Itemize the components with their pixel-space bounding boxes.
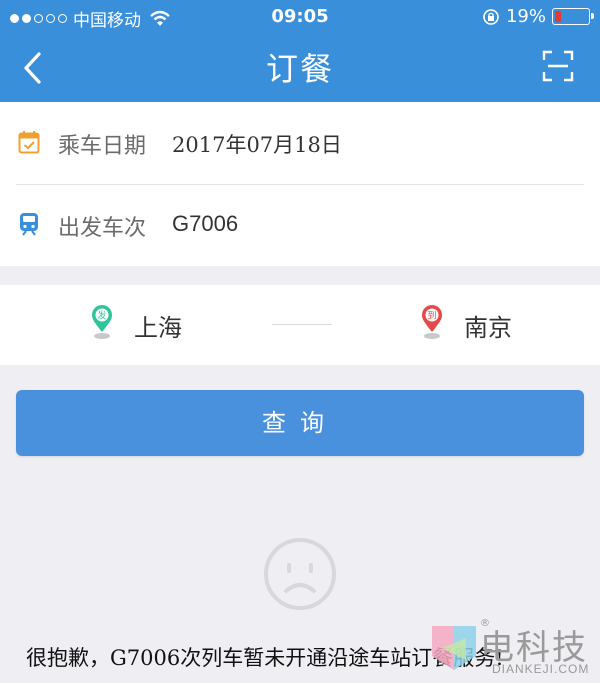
departure-pin-text: 发 bbox=[97, 310, 106, 322]
departure-pin-icon: 发 bbox=[92, 305, 112, 339]
trip-info-card: 乘车日期 2017年07月18日 出发车次 G7006 bbox=[0, 102, 600, 266]
page-title: 订餐 bbox=[265, 50, 334, 88]
arrival-pin-icon: 到 bbox=[422, 305, 442, 339]
train-value: G7006 bbox=[172, 211, 239, 236]
battery-percent: 19% bbox=[505, 6, 546, 27]
date-row[interactable]: 乘车日期 2017年07月18日 bbox=[0, 102, 600, 184]
arrival-station[interactable]: 南京 bbox=[464, 308, 512, 343]
calendar-icon bbox=[18, 131, 40, 154]
train-row[interactable]: 出发车次 G7006 bbox=[0, 184, 600, 266]
status-bar: 中国移动 09:05 19% bbox=[0, 0, 600, 34]
nav-bar: 订餐 bbox=[0, 34, 600, 102]
sad-face-icon bbox=[264, 538, 336, 610]
date-label: 乘车日期 bbox=[58, 134, 147, 159]
status-right: 19% bbox=[482, 6, 594, 27]
header: 中国移动 09:05 19% 订餐 bbox=[0, 0, 600, 102]
battery-fill bbox=[555, 11, 562, 22]
query-button[interactable]: 查询 bbox=[16, 390, 584, 456]
watermark: ® 电科技 DIANKEJI.COM bbox=[428, 618, 600, 683]
watermark-logo-icon bbox=[432, 626, 476, 670]
train-icon bbox=[20, 213, 38, 236]
date-value: 2017年07月18日 bbox=[172, 133, 342, 157]
battery-icon bbox=[552, 8, 594, 25]
scan-button[interactable] bbox=[542, 50, 574, 82]
watermark-subtext: DIANKEJI.COM bbox=[492, 662, 590, 676]
train-label: 出发车次 bbox=[58, 216, 147, 241]
station-card: 发 上海 到 南京 bbox=[0, 285, 600, 365]
route-connector bbox=[272, 324, 332, 325]
departure-station[interactable]: 上海 bbox=[134, 308, 182, 343]
arrival-pin-text: 到 bbox=[427, 310, 436, 322]
orientation-lock-icon bbox=[483, 8, 499, 25]
